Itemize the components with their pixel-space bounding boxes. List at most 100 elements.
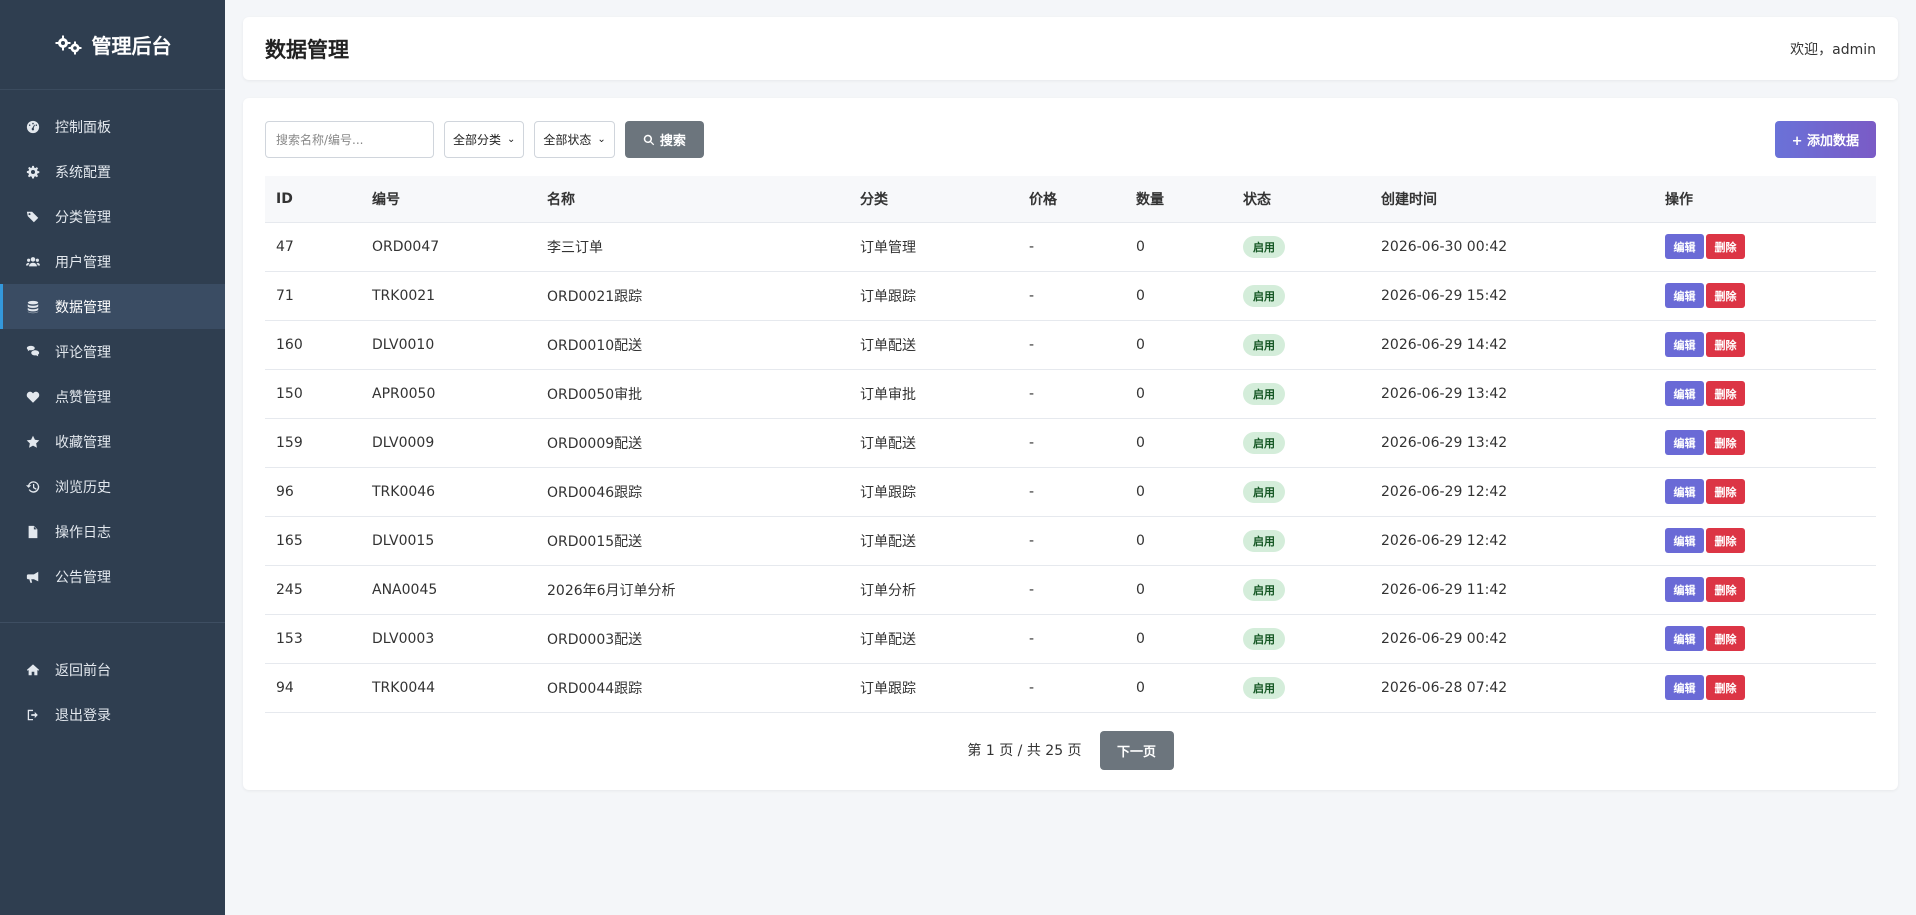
cell-created: 2026-06-29 15:42 <box>1370 271 1654 321</box>
sidebar-item-back-to-front[interactable]: 返回前台 <box>0 647 225 692</box>
status-select[interactable]: 全部状态 ⌄ <box>534 121 615 158</box>
cell-name: ORD0046跟踪 <box>536 467 849 517</box>
cell-price: - <box>1018 369 1125 419</box>
delete-button[interactable]: 删除 <box>1706 234 1745 259</box>
sidebar-item-logout[interactable]: 退出登录 <box>0 692 225 737</box>
cell-category: 订单跟踪 <box>849 467 1018 517</box>
status-badge: 启用 <box>1243 284 1285 307</box>
edit-button[interactable]: 编辑 <box>1665 626 1704 651</box>
table-row: 47 ORD0047 李三订单 订单管理 -0 启用 2026-06-30 00:42 编辑删… <box>265 222 1876 272</box>
sidebar-item-system-config[interactable]: 系统配置 <box>0 149 225 194</box>
delete-button[interactable]: 删除 <box>1706 283 1745 308</box>
sidebar-item-dashboard[interactable]: 控制面板 <box>0 104 225 149</box>
sidebar-item-users[interactable]: 用户管理 <box>0 239 225 284</box>
cell-price: - <box>1018 418 1125 468</box>
cell-category: 订单跟踪 <box>849 663 1018 713</box>
cell-created: 2026-06-29 14:42 <box>1370 320 1654 370</box>
edit-button[interactable]: 编辑 <box>1665 479 1704 504</box>
cell-actions: 编辑 删除 <box>1654 663 1876 713</box>
database-icon <box>25 299 41 315</box>
edit-button[interactable]: 编辑 <box>1665 381 1704 406</box>
edit-button[interactable]: 编辑 <box>1665 283 1704 308</box>
cell-category: 订单跟踪 <box>849 271 1018 321</box>
cell-code: DLV0015 <box>361 516 536 566</box>
cell-id: 47 <box>265 222 361 272</box>
search-button[interactable]: 搜索 <box>624 121 704 158</box>
delete-button[interactable]: 删除 <box>1706 626 1745 651</box>
search-input[interactable] <box>265 121 434 158</box>
search-button-label: 搜索 <box>659 134 686 149</box>
col-header-actions: 操作 <box>1654 176 1876 223</box>
sidebar-item-logs[interactable]: 操作日志 <box>0 509 225 554</box>
sidebar-item-label: 系统配置 <box>55 164 111 181</box>
search-icon <box>643 134 655 146</box>
table-row: 160 DLV0010 ORD0010配送 订单配送 -0 启用 2026-06-29 14… <box>265 320 1876 370</box>
col-header-id: ID <box>265 176 361 223</box>
table-row: 165 DLV0015 ORD0015配送 订单配送 -0 启用 2026-06-29 12… <box>265 516 1876 566</box>
sidebar-item-label: 数据管理 <box>55 299 111 316</box>
sidebar-item-label: 用户管理 <box>55 254 111 271</box>
sidebar-item-favorites[interactable]: 收藏管理 <box>0 419 225 464</box>
col-header-price: 价格 <box>1018 176 1125 223</box>
cell-code: DLV0009 <box>361 418 536 468</box>
add-data-button-label: + 添加数据 <box>1791 134 1859 149</box>
cell-name: 李三订单 <box>536 222 849 272</box>
cell-actions: 编辑 删除 <box>1654 418 1876 468</box>
delete-button[interactable]: 删除 <box>1706 430 1745 455</box>
cell-status: 启用 <box>1232 320 1370 370</box>
delete-button[interactable]: 删除 <box>1706 479 1745 504</box>
sidebar-item-label: 控制面板 <box>55 119 111 136</box>
sidebar-item-category[interactable]: 分类管理 <box>0 194 225 239</box>
cell-qty: 0 <box>1125 222 1232 272</box>
edit-button[interactable]: 编辑 <box>1665 675 1704 700</box>
cell-status: 启用 <box>1232 614 1370 664</box>
cell-qty: 0 <box>1125 320 1232 370</box>
history-icon <box>25 479 41 495</box>
welcome-text: 欢迎，admin <box>1790 41 1876 58</box>
cell-actions: 编辑 删除 <box>1654 271 1876 321</box>
cell-code: DLV0003 <box>361 614 536 664</box>
col-header-created: 创建时间 <box>1370 176 1654 223</box>
cell-status: 启用 <box>1232 369 1370 419</box>
sidebar-item-label: 浏览历史 <box>55 479 111 496</box>
status-badge: 启用 <box>1243 431 1285 454</box>
sidebar-item-comments[interactable]: 评论管理 <box>0 329 225 374</box>
cell-id: 165 <box>265 516 361 566</box>
category-select[interactable]: 全部分类 ⌄ <box>444 121 525 158</box>
sidebar-item-history[interactable]: 浏览历史 <box>0 464 225 509</box>
edit-button[interactable]: 编辑 <box>1665 430 1704 455</box>
header: 数据管理 欢迎，admin <box>243 17 1898 80</box>
data-table: ID 编号 名称 分类 价格 数量 状态 创建时间 操作 47 ORD0047 李三… <box>265 176 1876 713</box>
sidebar-item-announcements[interactable]: 公告管理 <box>0 554 225 599</box>
edit-button[interactable]: 编辑 <box>1665 234 1704 259</box>
sidebar-item-data[interactable]: 数据管理 <box>0 284 225 329</box>
cell-status: 启用 <box>1232 222 1370 272</box>
delete-button[interactable]: 删除 <box>1706 675 1745 700</box>
delete-button[interactable]: 删除 <box>1706 528 1745 553</box>
sidebar-item-likes[interactable]: 点赞管理 <box>0 374 225 419</box>
cell-category: 订单配送 <box>849 418 1018 468</box>
next-page-button[interactable]: 下一页 <box>1099 730 1174 770</box>
delete-button[interactable]: 删除 <box>1706 381 1745 406</box>
edit-button[interactable]: 编辑 <box>1665 577 1704 602</box>
status-badge: 启用 <box>1243 578 1285 601</box>
cell-code: TRK0046 <box>361 467 536 517</box>
cell-price: - <box>1018 271 1125 321</box>
delete-button[interactable]: 删除 <box>1706 577 1745 602</box>
sidebar-item-label: 分类管理 <box>55 209 111 226</box>
brand-title: 管理后台 <box>91 34 172 58</box>
main-panel: 全部分类 ⌄ 全部状态 ⌄ 搜索 + 添加数据 ID 编号 名称 分类 价格 数… <box>243 98 1898 790</box>
cell-id: 150 <box>265 369 361 419</box>
category-select-value: 全部分类 <box>453 133 502 147</box>
edit-button[interactable]: 编辑 <box>1665 528 1704 553</box>
edit-button[interactable]: 编辑 <box>1665 332 1704 357</box>
cell-name: 2026年6月订单分析 <box>536 565 849 615</box>
cell-name: ORD0015配送 <box>536 516 849 566</box>
col-header-qty: 数量 <box>1125 176 1232 223</box>
add-data-button[interactable]: + 添加数据 <box>1774 121 1876 158</box>
cell-status: 启用 <box>1232 271 1370 321</box>
cell-code: DLV0010 <box>361 320 536 370</box>
table-row: 153 DLV0003 ORD0003配送 订单配送 -0 启用 2026-06-29 00… <box>265 614 1876 664</box>
delete-button[interactable]: 删除 <box>1706 332 1745 357</box>
cell-qty: 0 <box>1125 369 1232 419</box>
